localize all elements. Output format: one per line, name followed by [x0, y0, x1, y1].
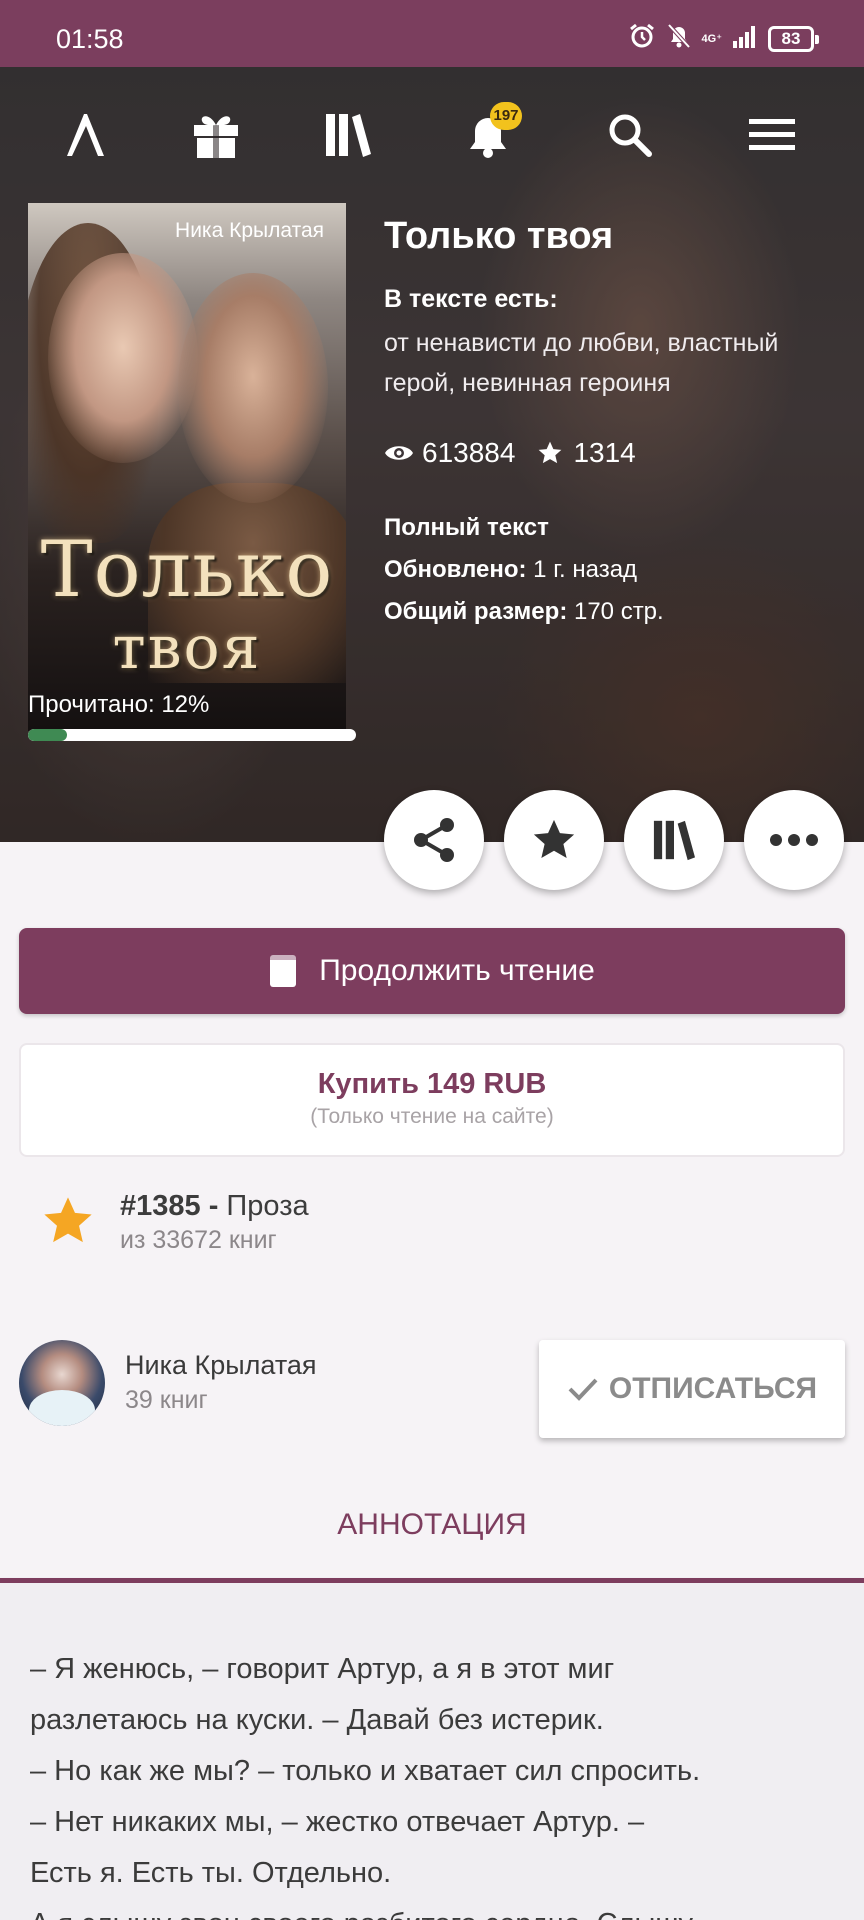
author-books-count: 39 книг: [125, 1386, 208, 1414]
annotation-text: – Я женюсь, – говорит Артур, а я в этот …: [30, 1644, 845, 1920]
book-hero: 197 Ника Крылатая Только твоя Только тво…: [0, 67, 864, 842]
read-progress-bar: [28, 729, 356, 741]
notifications-icon[interactable]: 197: [458, 102, 522, 165]
library-icon[interactable]: [318, 105, 378, 165]
status-time: 01:58: [56, 24, 124, 54]
gift-icon[interactable]: [186, 105, 246, 165]
search-icon[interactable]: [600, 105, 660, 165]
menu-icon[interactable]: [742, 105, 802, 165]
signal-icon: [732, 23, 758, 54]
cover-title-line2: твоя: [112, 613, 262, 683]
share-button[interactable]: [384, 790, 484, 890]
top-navigation: 197: [0, 102, 864, 165]
library-icon: [652, 819, 696, 861]
book-status: Полный текст: [384, 514, 549, 541]
size-label: Общий размер:: [384, 598, 568, 625]
author-name[interactable]: Ника Крылатая: [125, 1350, 317, 1381]
read-progress-label: Прочитано: 12%: [28, 691, 210, 718]
book-title: Только твоя: [384, 215, 614, 257]
author-avatar[interactable]: [19, 1340, 105, 1426]
annotation-line: – Я женюсь, – говорит Артур, а я в этот …: [30, 1653, 615, 1685]
buy-price-label: Купить 149 RUB: [317, 1068, 547, 1100]
rank-total: из 33672 книг: [120, 1226, 277, 1254]
add-to-library-button[interactable]: [624, 790, 724, 890]
book-icon: [269, 954, 297, 988]
read-progress-fill: [28, 729, 68, 741]
tags-heading: В тексте есть:: [384, 285, 558, 313]
book-cover[interactable]: Ника Крылатая Только твоя: [28, 203, 346, 731]
annotation-line: Есть я. Есть ты. Отдельно.: [30, 1857, 392, 1889]
more-dots-icon: [769, 833, 819, 847]
annotation-line: – Нет никаких мы, – жестко отвечает Арту…: [30, 1806, 645, 1838]
buy-button[interactable]: Купить 149 RUB (Только чтение на сайте): [19, 1043, 845, 1157]
alarm-icon: [628, 22, 656, 55]
annotation-line: А я слышу звон своего разбитого сердца. …: [30, 1899, 845, 1920]
buy-note: (Только чтение на сайте): [310, 1105, 554, 1128]
rank-genre: Проза: [218, 1190, 309, 1222]
notifications-badge: 197: [490, 102, 522, 130]
eye-icon: [384, 442, 414, 464]
rank-position: #1385 -: [120, 1190, 219, 1222]
unsubscribe-button[interactable]: ОТПИСАТЬСЯ: [539, 1340, 845, 1438]
cover-author: Ника Крылатая: [175, 219, 324, 242]
annotation-line: разлетаюсь на куски. – Давай без истерик…: [30, 1704, 604, 1736]
rank-star-icon: [40, 1194, 96, 1253]
star-icon: [537, 440, 563, 466]
status-bar: 01:58 4G⁺ 83: [0, 0, 864, 67]
check-icon: [567, 1376, 599, 1402]
cover-title-line1: Только: [40, 525, 334, 615]
annotation-line: – Но как же мы? – только и хватает сил с…: [30, 1755, 701, 1787]
mute-bell-icon: [666, 22, 692, 55]
status-icons: 4G⁺ 83: [628, 22, 819, 55]
unsubscribe-label: ОТПИСАТЬСЯ: [608, 1372, 818, 1405]
updated-label: Обновлено:: [384, 556, 527, 583]
rank-line: #1385 - Проза: [120, 1190, 309, 1223]
continue-reading-label: Продолжить чтение: [319, 954, 595, 987]
star-icon: [531, 817, 577, 863]
book-meta: Полный текст Обновлено: 1 г. назад Общий…: [384, 507, 664, 633]
likes-count: 1314: [573, 437, 636, 468]
share-icon: [409, 815, 459, 865]
continue-reading-button[interactable]: Продолжить чтение: [19, 928, 845, 1014]
size-value: 170 стр.: [567, 598, 664, 625]
battery-icon: 83: [768, 25, 819, 52]
book-tags[interactable]: от ненависти до любви, властный герой, н…: [384, 323, 834, 403]
tab-annotation[interactable]: АННОТАЦИЯ: [0, 1490, 864, 1570]
book-stats: 613884 1314: [384, 437, 636, 469]
updated-value: 1 г. назад: [526, 556, 638, 583]
rate-button[interactable]: [504, 790, 604, 890]
more-button[interactable]: [744, 790, 844, 890]
views-count: 613884: [422, 437, 516, 468]
logo-icon[interactable]: [55, 105, 115, 165]
author-row: Ника Крылатая 39 книг ОТПИСАТЬСЯ: [19, 1340, 845, 1440]
network-type-icon: 4G⁺: [701, 32, 722, 45]
